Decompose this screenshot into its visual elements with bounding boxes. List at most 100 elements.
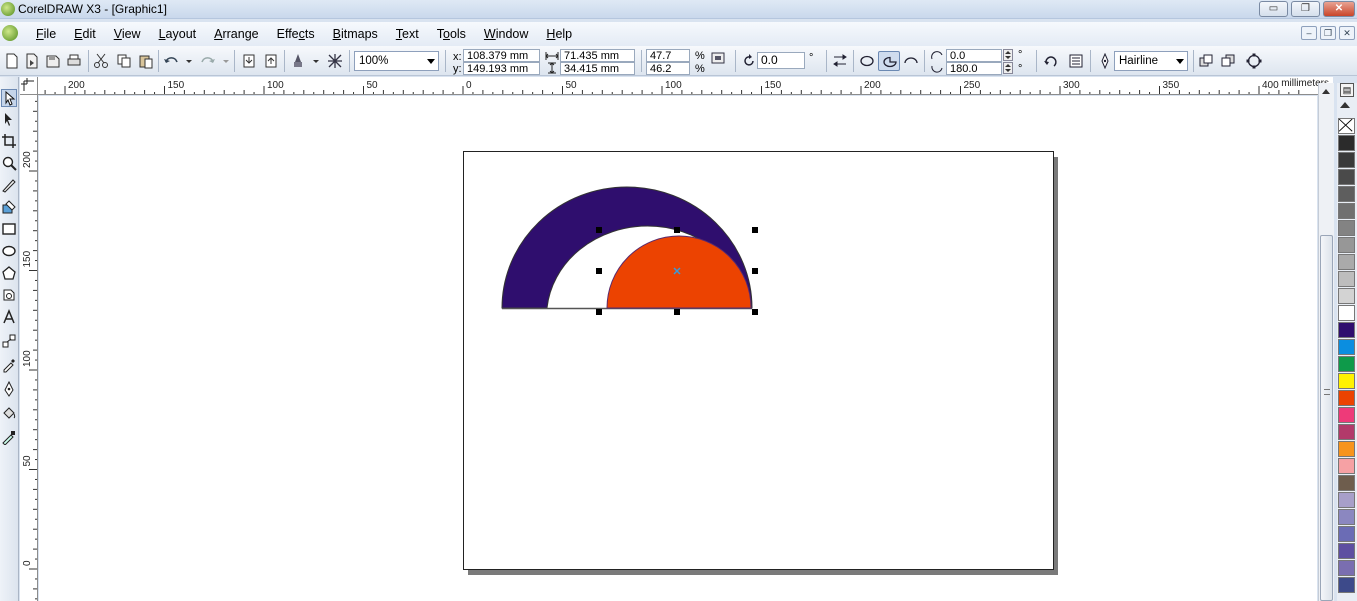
handle-bottom-right[interactable]: [752, 309, 758, 315]
ellipse-tool-icon[interactable]: [1, 243, 17, 261]
horizontal-ruler[interactable]: 200 150 100 50 0 50 100 150 200 250 300 350 400 mill…: [20, 77, 1333, 95]
handle-bottom-center[interactable]: [674, 309, 680, 315]
polygon-tool-icon[interactable]: [1, 265, 17, 283]
scale-y-field[interactable]: 46.2: [646, 62, 690, 75]
basic-shapes-tool-icon[interactable]: [1, 287, 17, 305]
pie-mode-icon[interactable]: [878, 51, 900, 71]
vertical-ruler[interactable]: 200 150 100 50 0: [20, 95, 38, 601]
color-swatch[interactable]: [1338, 322, 1355, 338]
menu-item[interactable]: Window: [475, 26, 537, 42]
vertical-scrollbar[interactable]: [1318, 83, 1334, 601]
text-tool-icon[interactable]: [1, 309, 17, 327]
color-swatch[interactable]: [1338, 492, 1355, 508]
to-front-icon[interactable]: [1198, 53, 1214, 69]
wrap-paragraph-text-icon[interactable]: [1068, 53, 1084, 69]
color-swatch[interactable]: [1338, 560, 1355, 576]
x-position-field[interactable]: 108.379 mm: [463, 49, 540, 62]
color-swatch[interactable]: [1338, 135, 1355, 151]
redo-dropdown-icon[interactable]: [218, 53, 229, 69]
eyedropper-tool-icon[interactable]: [1, 357, 17, 375]
color-swatch[interactable]: [1338, 424, 1355, 440]
welcome-screen-icon[interactable]: [327, 53, 343, 69]
zoom-level-combo[interactable]: 100%: [354, 51, 439, 71]
menu-item[interactable]: Arrange: [205, 26, 267, 42]
menu-item[interactable]: File: [27, 26, 65, 42]
palette-options-icon[interactable]: ▤: [1340, 83, 1354, 97]
color-swatch[interactable]: [1338, 220, 1355, 236]
color-swatch[interactable]: [1338, 458, 1355, 474]
ellipse-mode-icon[interactable]: [859, 53, 875, 69]
mdi-close-button[interactable]: ✕: [1339, 26, 1355, 40]
height-field[interactable]: 34.415 mm: [560, 62, 635, 75]
handle-middle-right[interactable]: [752, 268, 758, 274]
color-swatch[interactable]: [1338, 288, 1355, 304]
zoom-tool-icon[interactable]: [1, 155, 17, 173]
mirror-icon[interactable]: [832, 53, 848, 69]
color-swatch[interactable]: [1338, 271, 1355, 287]
color-swatch[interactable]: [1338, 373, 1355, 389]
cut-icon[interactable]: [93, 53, 109, 69]
menu-item[interactable]: Bitmaps: [324, 26, 387, 42]
fill-tool-icon[interactable]: [1, 405, 17, 423]
color-swatch[interactable]: [1338, 390, 1355, 406]
ruler-origin-corner[interactable]: [20, 77, 38, 95]
new-document-icon[interactable]: [4, 53, 20, 69]
drawing-canvas[interactable]: [39, 96, 1317, 601]
coreldraw-app-icon[interactable]: [1, 2, 15, 16]
open-document-icon[interactable]: [24, 53, 40, 69]
color-swatch[interactable]: [1338, 577, 1355, 593]
interactive-blend-tool-icon[interactable]: [1, 333, 17, 351]
color-swatch[interactable]: [1338, 169, 1355, 185]
color-swatch[interactable]: [1338, 339, 1355, 355]
document-icon[interactable]: [2, 25, 18, 41]
launcher-dropdown-icon[interactable]: [308, 53, 319, 69]
menu-item[interactable]: Layout: [150, 26, 206, 42]
palette-scroll-up-icon[interactable]: [1340, 102, 1350, 108]
redo-icon[interactable]: [200, 53, 216, 69]
color-swatch[interactable]: [1338, 152, 1355, 168]
y-position-field[interactable]: 149.193 mm: [463, 62, 540, 75]
scrollbar-thumb[interactable]: [1320, 235, 1333, 601]
handle-middle-left[interactable]: [596, 268, 602, 274]
handle-top-right[interactable]: [752, 227, 758, 233]
color-swatch[interactable]: [1338, 203, 1355, 219]
interactive-fill-tool-icon[interactable]: [1, 429, 17, 447]
mdi-restore-button[interactable]: ❐: [1320, 26, 1336, 40]
color-swatch[interactable]: [1338, 254, 1355, 270]
save-icon[interactable]: [45, 53, 61, 69]
color-swatch[interactable]: [1338, 356, 1355, 372]
undo-dropdown-icon[interactable]: [181, 53, 192, 69]
change-direction-icon[interactable]: [1043, 53, 1059, 69]
convert-to-curves-icon[interactable]: [1246, 53, 1262, 69]
color-swatch[interactable]: [1338, 509, 1355, 525]
shape-tool-icon[interactable]: [1, 111, 17, 129]
to-back-icon[interactable]: [1220, 53, 1236, 69]
color-swatch[interactable]: [1338, 407, 1355, 423]
width-field[interactable]: 71.435 mm: [560, 49, 635, 62]
scroll-up-icon[interactable]: [1322, 89, 1330, 94]
arc-mode-icon[interactable]: [903, 53, 919, 69]
end-angle-spinner-icon[interactable]: [1003, 62, 1013, 74]
export-icon[interactable]: [263, 53, 279, 69]
smart-fill-tool-icon[interactable]: [1, 199, 17, 217]
color-swatch[interactable]: [1338, 543, 1355, 559]
no-color-swatch[interactable]: [1338, 118, 1355, 134]
menu-item[interactable]: Text: [387, 26, 428, 42]
color-swatch[interactable]: [1338, 186, 1355, 202]
color-swatch[interactable]: [1338, 305, 1355, 321]
start-angle-spinner-icon[interactable]: [1003, 49, 1013, 61]
paste-icon[interactable]: [138, 53, 154, 69]
color-swatch[interactable]: [1338, 441, 1355, 457]
handle-top-center[interactable]: [674, 227, 680, 233]
handle-bottom-left[interactable]: [596, 309, 602, 315]
outline-tool-icon[interactable]: [1, 380, 17, 399]
menu-item[interactable]: Help: [537, 26, 581, 42]
start-angle-field[interactable]: 0.0: [946, 49, 1002, 62]
menu-item[interactable]: Effects: [268, 26, 324, 42]
menu-item[interactable]: Edit: [65, 26, 105, 42]
color-swatch[interactable]: [1338, 475, 1355, 491]
application-launcher-icon[interactable]: [290, 53, 306, 69]
pick-tool-icon[interactable]: [1, 89, 17, 107]
close-button[interactable]: ✕: [1323, 1, 1355, 17]
mdi-minimize-button[interactable]: –: [1301, 26, 1317, 40]
